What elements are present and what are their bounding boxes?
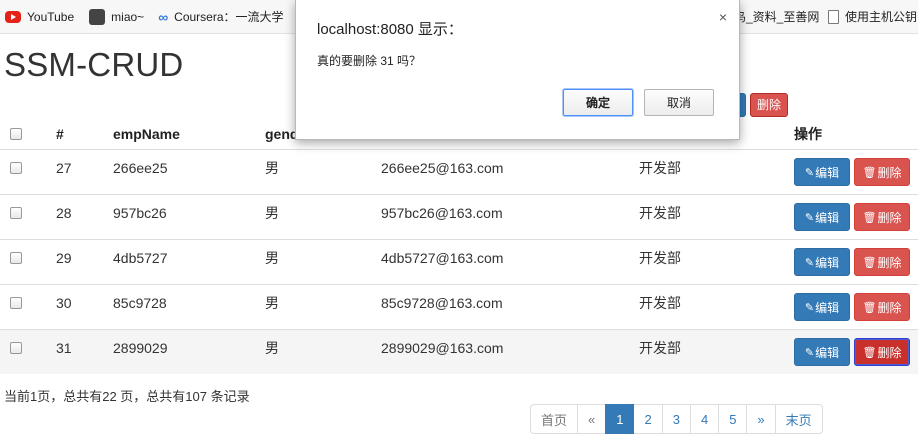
pager-page-4[interactable]: 4 [689, 404, 720, 434]
row-emp-name: 85c9728 [113, 295, 167, 311]
delete-button[interactable]: 🗑 删除 [854, 203, 910, 231]
row-gender: 男 [265, 205, 279, 221]
pencil-icon: ✎ [804, 211, 815, 224]
row-checkbox[interactable] [10, 342, 22, 354]
bookmark-zhishan[interactable]: 鸟_资料_至善网 [734, 0, 819, 33]
row-dept: 开发部 [639, 250, 681, 266]
header-id: # [56, 125, 64, 142]
row-id: 27 [56, 160, 72, 176]
row-id: 29 [56, 250, 72, 266]
bookmark-label: 鸟_资料_至善网 [734, 10, 820, 24]
row-dept: 开发部 [639, 160, 681, 176]
delete-button[interactable]: 🗑 删除 [854, 293, 910, 321]
header-gender: gend [265, 125, 299, 142]
bookmark-label: YouTube [27, 9, 75, 24]
row-dept: 开发部 [639, 205, 681, 221]
row-checkbox[interactable] [10, 297, 22, 309]
row-emp-name: 2899029 [113, 340, 168, 356]
youtube-icon [5, 10, 21, 23]
pager-page-3[interactable]: 3 [661, 404, 691, 434]
pagination: 首页 « 1 2 3 4 5 » 末页 [530, 404, 823, 434]
pager-page-1[interactable]: 1 [605, 404, 635, 434]
batch-delete-button[interactable]: 删除 [750, 93, 789, 117]
confirm-dialog: localhost:8080 显示： × 真的要删除 31 吗？ 确定 取消 [295, 0, 740, 140]
row-checkbox[interactable] [10, 252, 22, 264]
row-gender: 男 [265, 340, 279, 356]
header-ops: 操作 [794, 125, 822, 142]
delete-button[interactable]: 🗑 删除 [854, 248, 910, 276]
row-checkbox[interactable] [10, 162, 22, 174]
row-id: 30 [56, 295, 72, 311]
bookmark-label: Coursera：一流大学 [174, 10, 284, 24]
trash-icon: 🗑 [862, 166, 877, 179]
pager-first[interactable]: 首页 [530, 404, 579, 434]
row-emp-name: 4db5727 [113, 250, 168, 266]
header-emp-name: empName [113, 125, 180, 142]
row-gender: 男 [265, 250, 279, 266]
table-row: 30 85c9728 男 85c9728@163.com 开发部 ✎ 编辑 🗑 删除 [0, 284, 918, 329]
edit-button[interactable]: ✎ 编辑 [794, 293, 850, 321]
miao-icon [89, 8, 106, 25]
confirm-ok-button[interactable]: 确定 [563, 89, 633, 116]
confirm-cancel-button[interactable]: 取消 [644, 89, 714, 116]
trash-icon: 🗑 [862, 211, 877, 224]
table-row: 29 4db5727 男 4db5727@163.com 开发部 ✎ 编辑 🗑 删除 [0, 239, 918, 284]
trash-icon: 🗑 [862, 301, 877, 314]
bookmark-label: 使用主机公钥 [845, 10, 918, 24]
bookmark-youtube[interactable]: YouTube [5, 0, 74, 33]
edit-button[interactable]: ✎ 编辑 [794, 248, 850, 276]
select-all-checkbox[interactable] [10, 127, 22, 140]
dialog-message: 真的要删除 31 吗？ [317, 54, 422, 68]
row-emp-name: 957bc26 [113, 205, 167, 221]
pager-last[interactable]: 末页 [774, 404, 823, 434]
row-gender: 男 [265, 295, 279, 311]
table-row: 27 266ee25 男 266ee25@163.com 开发部 ✎ 编辑 🗑 删除 [0, 149, 918, 194]
trash-icon: 🗑 [862, 346, 877, 359]
row-email: 4db5727@163.com [381, 250, 504, 266]
row-dept: 开发部 [639, 340, 681, 356]
pencil-icon: ✎ [804, 166, 815, 179]
page-info: 当前1页，总共有22 页，总共有107 条记录 [4, 389, 250, 404]
pager-next[interactable]: » [746, 404, 776, 434]
close-icon[interactable]: × [719, 9, 727, 25]
pager-page-5[interactable]: 5 [718, 404, 748, 434]
pager-prev[interactable]: « [577, 404, 607, 434]
page-title: SSM-CRUD [4, 46, 184, 83]
delete-button[interactable]: 🗑 删除 [854, 158, 910, 186]
bookmark-pubkey[interactable]: 使用主机公钥 [828, 0, 917, 33]
dialog-title: localhost:8080 显示： [317, 21, 463, 38]
row-email: 2899029@163.com [381, 340, 504, 356]
employee-table: # empName gend 操作 27 266ee25 男 266ee25@1… [0, 118, 918, 374]
table-row: 31 2899029 男 2899029@163.com 开发部 ✎ 编辑 🗑 删除 [0, 329, 918, 374]
row-emp-name: 266ee25 [113, 160, 168, 176]
trash-icon: 🗑 [862, 256, 877, 269]
row-dept: 开发部 [639, 295, 681, 311]
row-id: 31 [56, 340, 72, 356]
row-email: 85c9728@163.com [381, 295, 503, 311]
pencil-icon: ✎ [804, 346, 815, 359]
bookmark-label: miao~ [111, 9, 145, 24]
pencil-icon: ✎ [804, 256, 815, 269]
bookmark-miao[interactable]: miao~ [89, 0, 144, 33]
row-email: 957bc26@163.com [381, 205, 503, 221]
row-email: 266ee25@163.com [381, 160, 504, 176]
coursera-icon: ∞ [158, 8, 169, 25]
pager-page-2[interactable]: 2 [633, 404, 663, 434]
pencil-icon: ✎ [804, 301, 815, 314]
edit-button[interactable]: ✎ 编辑 [794, 158, 850, 186]
bookmark-coursera[interactable]: ∞ Coursera：一流大学 [158, 0, 283, 33]
row-id: 28 [56, 205, 72, 221]
edit-button[interactable]: ✎ 编辑 [794, 338, 850, 366]
row-gender: 男 [265, 160, 279, 176]
document-icon [828, 9, 839, 24]
delete-button[interactable]: 🗑 删除 [854, 338, 910, 366]
row-checkbox[interactable] [10, 207, 22, 219]
edit-button[interactable]: ✎ 编辑 [794, 203, 850, 231]
table-row: 28 957bc26 男 957bc26@163.com 开发部 ✎ 编辑 🗑 删除 [0, 194, 918, 239]
